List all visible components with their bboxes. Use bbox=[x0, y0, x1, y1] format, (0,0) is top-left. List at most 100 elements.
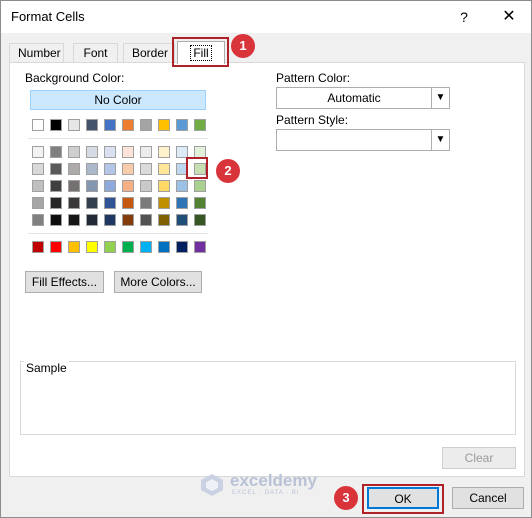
theme-color-swatch[interactable] bbox=[50, 119, 62, 131]
theme-tint-swatch[interactable] bbox=[50, 163, 62, 175]
theme-tint-swatch[interactable] bbox=[158, 214, 170, 226]
theme-color-swatch[interactable] bbox=[122, 119, 134, 131]
theme-tint-swatch[interactable] bbox=[122, 180, 134, 192]
theme-tint-swatch[interactable] bbox=[104, 197, 116, 209]
theme-tint-swatch[interactable] bbox=[140, 146, 152, 158]
standard-color-swatch[interactable] bbox=[32, 241, 44, 253]
theme-tint-swatch[interactable] bbox=[32, 163, 44, 175]
theme-tint-swatch[interactable] bbox=[86, 197, 98, 209]
exceldemy-logo-icon bbox=[201, 474, 223, 496]
tab-font[interactable]: Font bbox=[73, 43, 118, 63]
theme-tint-swatch[interactable] bbox=[176, 180, 188, 192]
theme-tint-swatch[interactable] bbox=[50, 214, 62, 226]
theme-tint-swatch[interactable] bbox=[122, 146, 134, 158]
theme-tint-swatch[interactable] bbox=[122, 163, 134, 175]
no-color-button[interactable]: No Color bbox=[30, 90, 206, 110]
step-marker-1: 1 bbox=[231, 34, 255, 58]
chevron-down-icon[interactable]: ▼ bbox=[431, 130, 449, 150]
tab-number[interactable]: Number bbox=[9, 43, 64, 63]
theme-tint-swatch[interactable] bbox=[104, 214, 116, 226]
theme-tint-swatch[interactable] bbox=[140, 163, 152, 175]
pattern-color-dropdown[interactable]: Automatic ▼ bbox=[276, 87, 450, 109]
theme-tint-swatch[interactable] bbox=[86, 180, 98, 192]
theme-tint-swatch[interactable] bbox=[32, 214, 44, 226]
step-marker-2: 2 bbox=[216, 159, 240, 183]
fill-tab-highlight bbox=[172, 37, 229, 67]
theme-tint-swatch[interactable] bbox=[140, 180, 152, 192]
theme-tint-swatch[interactable] bbox=[50, 146, 62, 158]
theme-tint-swatch[interactable] bbox=[32, 180, 44, 192]
theme-tint-swatch[interactable] bbox=[194, 197, 206, 209]
background-color-label: Background Color: bbox=[25, 71, 125, 85]
dialog-title: Format Cells bbox=[11, 9, 85, 24]
theme-tint-swatch[interactable] bbox=[86, 163, 98, 175]
standard-color-swatch[interactable] bbox=[122, 241, 134, 253]
watermark-name: exceldemy bbox=[230, 471, 317, 490]
theme-color-swatch[interactable] bbox=[86, 119, 98, 131]
cancel-button[interactable]: Cancel bbox=[452, 487, 524, 509]
theme-color-swatch[interactable] bbox=[176, 119, 188, 131]
theme-tint-swatch[interactable] bbox=[158, 146, 170, 158]
theme-tint-swatch[interactable] bbox=[194, 180, 206, 192]
theme-tint-swatch[interactable] bbox=[158, 180, 170, 192]
theme-tint-swatch[interactable] bbox=[104, 163, 116, 175]
theme-tint-swatch[interactable] bbox=[104, 146, 116, 158]
standard-color-swatch[interactable] bbox=[50, 241, 62, 253]
theme-color-swatch[interactable] bbox=[158, 119, 170, 131]
sample-label: Sample bbox=[24, 361, 69, 375]
help-icon[interactable]: ? bbox=[453, 7, 475, 27]
theme-tint-swatch[interactable] bbox=[158, 163, 170, 175]
standard-color-swatch[interactable] bbox=[176, 241, 188, 253]
theme-tint-swatch[interactable] bbox=[176, 214, 188, 226]
theme-tint-swatch[interactable] bbox=[32, 146, 44, 158]
chevron-down-icon[interactable]: ▼ bbox=[431, 88, 449, 108]
theme-tint-swatch[interactable] bbox=[140, 214, 152, 226]
pattern-style-dropdown[interactable]: ▼ bbox=[276, 129, 450, 151]
more-colors-button[interactable]: More Colors... bbox=[114, 271, 202, 293]
theme-tint-swatch[interactable] bbox=[68, 180, 80, 192]
theme-tint-swatch[interactable] bbox=[68, 197, 80, 209]
pattern-style-label: Pattern Style: bbox=[276, 113, 349, 127]
theme-tint-swatch[interactable] bbox=[158, 197, 170, 209]
theme-tint-swatch[interactable] bbox=[122, 214, 134, 226]
standard-color-swatch[interactable] bbox=[104, 241, 116, 253]
standard-color-swatch[interactable] bbox=[194, 241, 206, 253]
theme-tint-swatch[interactable] bbox=[68, 214, 80, 226]
format-cells-dialog: Format Cells ? ✕ Number Font Border Fill… bbox=[0, 0, 532, 518]
standard-color-swatch[interactable] bbox=[158, 241, 170, 253]
step-marker-3: 3 bbox=[334, 486, 358, 510]
theme-color-swatch[interactable] bbox=[194, 119, 206, 131]
tab-label: Font bbox=[83, 46, 108, 60]
theme-tint-swatch[interactable] bbox=[86, 146, 98, 158]
theme-color-swatch[interactable] bbox=[140, 119, 152, 131]
theme-tint-swatch[interactable] bbox=[176, 197, 188, 209]
theme-tint-swatch[interactable] bbox=[50, 197, 62, 209]
theme-tint-swatch[interactable] bbox=[50, 180, 62, 192]
theme-tint-swatch[interactable] bbox=[86, 214, 98, 226]
palette-divider bbox=[28, 138, 208, 139]
theme-color-swatch[interactable] bbox=[68, 119, 80, 131]
theme-color-swatch[interactable] bbox=[104, 119, 116, 131]
theme-tint-swatch[interactable] bbox=[140, 197, 152, 209]
tab-label: Number bbox=[18, 46, 61, 60]
theme-tint-swatch[interactable] bbox=[68, 163, 80, 175]
theme-tint-swatch[interactable] bbox=[194, 214, 206, 226]
watermark-tagline: EXCEL · DATA · BI bbox=[232, 490, 300, 496]
theme-color-swatch[interactable] bbox=[32, 119, 44, 131]
pattern-color-value: Automatic bbox=[327, 91, 381, 105]
tab-label: Border bbox=[132, 46, 169, 60]
standard-color-swatch[interactable] bbox=[68, 241, 80, 253]
theme-tint-swatch[interactable] bbox=[68, 146, 80, 158]
theme-tint-swatch[interactable] bbox=[32, 197, 44, 209]
palette-divider bbox=[28, 233, 208, 234]
clear-button[interactable]: Clear bbox=[442, 447, 516, 469]
fill-effects-button[interactable]: Fill Effects... bbox=[25, 271, 104, 293]
standard-color-swatch[interactable] bbox=[140, 241, 152, 253]
theme-tint-swatch[interactable] bbox=[122, 197, 134, 209]
theme-tint-swatch[interactable] bbox=[104, 180, 116, 192]
ok-button-highlight bbox=[362, 484, 444, 514]
sample-preview bbox=[20, 361, 516, 435]
tab-border[interactable]: Border bbox=[123, 43, 175, 63]
standard-color-swatch[interactable] bbox=[86, 241, 98, 253]
close-icon[interactable]: ✕ bbox=[497, 7, 521, 27]
